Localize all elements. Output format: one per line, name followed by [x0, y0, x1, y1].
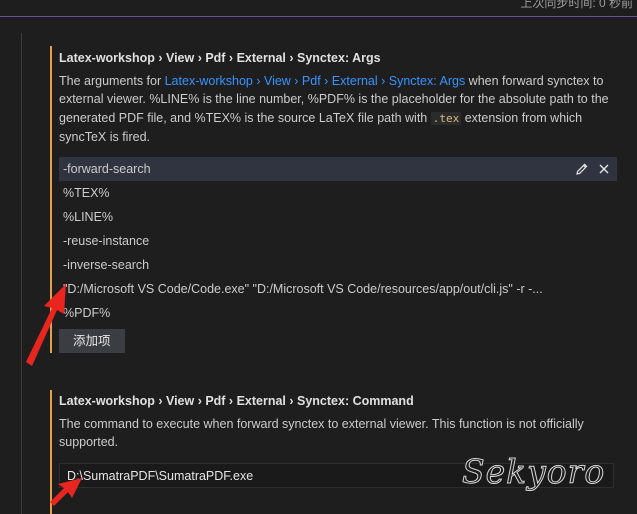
- setting-synctex-args: Latex-workshop › View › Pdf › External ›…: [50, 46, 620, 354]
- code-snippet: .tex: [430, 111, 462, 125]
- list-item-actions: [575, 157, 611, 181]
- annotation-arrow: [26, 284, 66, 366]
- list-item-text: %TEX%: [63, 186, 110, 201]
- pencil-icon[interactable]: [575, 162, 589, 176]
- list-item-text: -forward-search: [63, 162, 151, 177]
- list-item-text: "D:/Microsoft VS Code/Code.exe" "D:/Micr…: [63, 282, 543, 297]
- close-icon[interactable]: [597, 162, 611, 176]
- setting-link[interactable]: Latex-workshop › View › Pdf › External ›…: [165, 74, 466, 88]
- list-item[interactable]: "D:/Microsoft VS Code/Code.exe" "D:/Micr…: [59, 277, 617, 301]
- list-item[interactable]: -inverse-search: [59, 253, 617, 277]
- sync-status-text: 上次同步时间: 0 秒前: [520, 0, 633, 10]
- setting-description: The command to execute when forward sync…: [59, 417, 584, 450]
- setting-name: Command: [352, 394, 414, 408]
- watermark-logo: Sekyoro: [461, 452, 606, 492]
- setting-title: Latex-workshop › View › Pdf › External ›…: [59, 392, 620, 410]
- list-item-text: -inverse-search: [63, 258, 150, 273]
- setting-name: Args: [352, 51, 381, 65]
- setting-category: Latex-workshop › View › Pdf › External ›…: [59, 394, 353, 408]
- list-item[interactable]: -forward-search: [59, 157, 617, 182]
- list-item[interactable]: %PDF%: [59, 301, 617, 325]
- annotation-arrow: [50, 478, 82, 506]
- settings-editor: 上次同步时间: 0 秒前 Latex-workshop › View › Pdf…: [0, 0, 637, 514]
- setting-category: Latex-workshop › View › Pdf › External ›…: [59, 51, 353, 65]
- string-list: -forward-search %TEX% %LINE% -reuse-inst…: [59, 157, 617, 325]
- list-item-text: %LINE%: [63, 210, 114, 225]
- list-item-text: -reuse-instance: [63, 234, 150, 249]
- list-item[interactable]: -reuse-instance: [59, 229, 617, 253]
- setting-title: Latex-workshop › View › Pdf › External ›…: [59, 49, 620, 67]
- list-item[interactable]: %LINE%: [59, 205, 617, 229]
- desc-text: The arguments for: [59, 74, 165, 88]
- setting-description: The arguments for Latex-workshop › View …: [59, 72, 619, 146]
- list-item[interactable]: %TEX%: [59, 181, 617, 205]
- sync-status-bar: 上次同步时间: 0 秒前: [0, 0, 637, 17]
- settings-toc-divider: [21, 33, 22, 514]
